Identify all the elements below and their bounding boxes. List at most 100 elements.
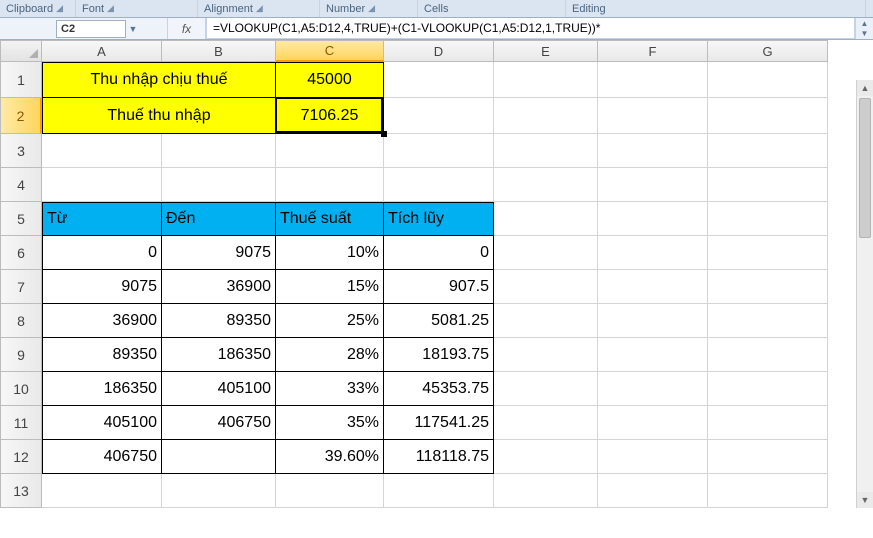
cell-E2[interactable] (494, 98, 598, 134)
cell-G3[interactable] (708, 134, 828, 168)
cell-G7[interactable] (708, 270, 828, 304)
vertical-scrollbar[interactable]: ▲ ▼ (856, 80, 873, 508)
cell-E13[interactable] (494, 474, 598, 508)
cell-D10[interactable]: 45353.75 (384, 372, 494, 406)
ribbon-group-number[interactable]: Number◢ (320, 0, 418, 17)
cell-F2[interactable] (598, 98, 708, 134)
cell-G8[interactable] (708, 304, 828, 338)
row-header-5[interactable]: 5 (0, 202, 42, 236)
cell-D3[interactable] (384, 134, 494, 168)
cell-G12[interactable] (708, 440, 828, 474)
cell-B4[interactable] (162, 168, 276, 202)
name-box[interactable] (56, 20, 126, 38)
cell-E8[interactable] (494, 304, 598, 338)
dialog-launcher-icon[interactable]: ◢ (256, 3, 263, 14)
row-header-7[interactable]: 7 (0, 270, 42, 304)
cell-F9[interactable] (598, 338, 708, 372)
cell-B13[interactable] (162, 474, 276, 508)
cell-B9[interactable]: 186350 (162, 338, 276, 372)
cell-G9[interactable] (708, 338, 828, 372)
cell-A1[interactable]: Thu nhập chịu thuế (42, 62, 276, 98)
column-header-G[interactable]: G (708, 40, 828, 62)
cell-C13[interactable] (276, 474, 384, 508)
cell-G6[interactable] (708, 236, 828, 270)
cell-A8[interactable]: 36900 (42, 304, 162, 338)
cell-F10[interactable] (598, 372, 708, 406)
cell-A5[interactable]: Từ (42, 202, 162, 236)
dialog-launcher-icon[interactable]: ◢ (107, 3, 114, 14)
scroll-up-icon[interactable]: ▲ (857, 80, 873, 96)
cell-E5[interactable] (494, 202, 598, 236)
ribbon-group-cells[interactable]: Cells (418, 0, 566, 17)
cell-F7[interactable] (598, 270, 708, 304)
cell-E3[interactable] (494, 134, 598, 168)
cell-F13[interactable] (598, 474, 708, 508)
column-header-D[interactable]: D (384, 40, 494, 62)
name-box-dropdown-icon[interactable]: ▼ (126, 24, 140, 34)
cell-C10[interactable]: 33% (276, 372, 384, 406)
row-header-3[interactable]: 3 (0, 134, 42, 168)
cell-C9[interactable]: 28% (276, 338, 384, 372)
cell-F5[interactable] (598, 202, 708, 236)
ribbon-group-alignment[interactable]: Alignment◢ (198, 0, 320, 17)
scroll-down-icon[interactable]: ▼ (857, 492, 873, 508)
column-header-E[interactable]: E (494, 40, 598, 62)
row-header-4[interactable]: 4 (0, 168, 42, 202)
cell-E9[interactable] (494, 338, 598, 372)
cell-C1[interactable]: 45000 (276, 62, 384, 98)
cell-C7[interactable]: 15% (276, 270, 384, 304)
cell-F3[interactable] (598, 134, 708, 168)
cell-G13[interactable] (708, 474, 828, 508)
cell-B3[interactable] (162, 134, 276, 168)
row-header-13[interactable]: 13 (0, 474, 42, 508)
cell-F6[interactable] (598, 236, 708, 270)
row-header-2[interactable]: 2 (0, 98, 42, 134)
cell-D2[interactable] (384, 98, 494, 134)
cell-D6[interactable]: 0 (384, 236, 494, 270)
cell-B5[interactable]: Đến (162, 202, 276, 236)
cell-C6[interactable]: 10% (276, 236, 384, 270)
cell-A3[interactable] (42, 134, 162, 168)
cell-E4[interactable] (494, 168, 598, 202)
cell-D11[interactable]: 117541.25 (384, 406, 494, 440)
cell-C4[interactable] (276, 168, 384, 202)
row-header-1[interactable]: 1 (0, 62, 42, 98)
cell-A7[interactable]: 9075 (42, 270, 162, 304)
cell-G5[interactable] (708, 202, 828, 236)
cell-B6[interactable]: 9075 (162, 236, 276, 270)
cell-A11[interactable]: 405100 (42, 406, 162, 440)
cell-A10[interactable]: 186350 (42, 372, 162, 406)
ribbon-group-clipboard[interactable]: Clipboard◢ (0, 0, 76, 17)
cell-C2[interactable]: 7106.25 (276, 98, 384, 134)
cell-A4[interactable] (42, 168, 162, 202)
cell-E1[interactable] (494, 62, 598, 98)
formula-bar-up-icon[interactable]: ▲ (856, 18, 873, 29)
cell-C3[interactable] (276, 134, 384, 168)
cell-G10[interactable] (708, 372, 828, 406)
cell-F4[interactable] (598, 168, 708, 202)
cell-F12[interactable] (598, 440, 708, 474)
cell-E6[interactable] (494, 236, 598, 270)
row-header-11[interactable]: 11 (0, 406, 42, 440)
cell-A12[interactable]: 406750 (42, 440, 162, 474)
cell-F1[interactable] (598, 62, 708, 98)
row-header-12[interactable]: 12 (0, 440, 42, 474)
cell-A9[interactable]: 89350 (42, 338, 162, 372)
cell-A6[interactable]: 0 (42, 236, 162, 270)
cell-B10[interactable]: 405100 (162, 372, 276, 406)
cell-G2[interactable] (708, 98, 828, 134)
column-header-C[interactable]: C (276, 40, 384, 62)
cell-F11[interactable] (598, 406, 708, 440)
cell-D13[interactable] (384, 474, 494, 508)
select-all-corner[interactable] (0, 40, 42, 62)
column-header-A[interactable]: A (42, 40, 162, 62)
cell-D12[interactable]: 118118.75 (384, 440, 494, 474)
row-header-6[interactable]: 6 (0, 236, 42, 270)
row-header-8[interactable]: 8 (0, 304, 42, 338)
cell-D5[interactable]: Tích lũy (384, 202, 494, 236)
cell-B8[interactable]: 89350 (162, 304, 276, 338)
dialog-launcher-icon[interactable]: ◢ (56, 3, 63, 14)
cell-E11[interactable] (494, 406, 598, 440)
cell-C11[interactable]: 35% (276, 406, 384, 440)
cell-C12[interactable]: 39.60% (276, 440, 384, 474)
